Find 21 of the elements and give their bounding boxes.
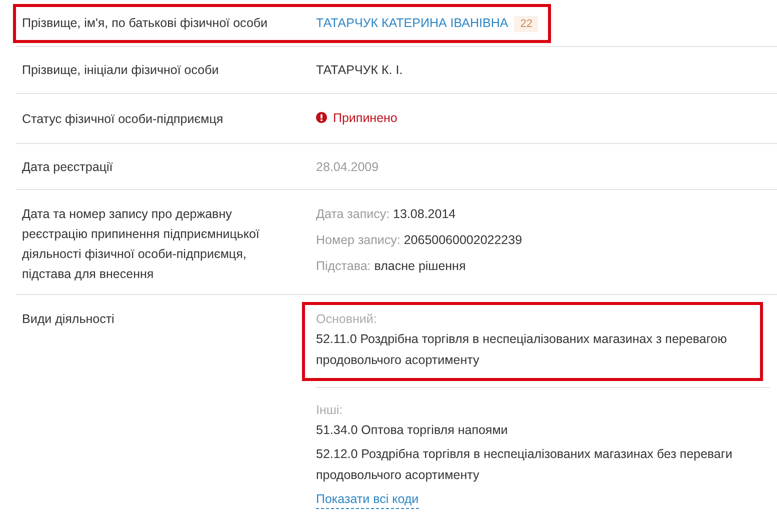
row-label: Дата та номер запису про державну реєстрацію припинення підприємницької діяльності фізичної особи-підприємця, підстава для внесення [22,206,260,283]
row-label: Прізвище, ім'я, по батькові фізичної особи [22,15,269,32]
row-label: Статус фізичної особи-підприємця [22,110,224,128]
activity-item: 51.34.0 Оптова торгівля напоями [316,422,509,439]
person-name-link[interactable]: ТАТАРЧУК КАТЕРИНА ІВАНІВНА [316,16,508,30]
row-value: 28.04.2009 [316,160,379,174]
row-label: Види діяльності [22,311,116,328]
group-caption: Основний: [316,311,378,328]
status-text: Припинено [333,110,398,127]
row-label: Прізвище, ініціали фізичної особи [22,62,220,79]
record-field: Підстава: власне рішення [316,256,777,276]
show-all-codes-link[interactable]: Показати всі коди [316,491,419,509]
record-field: Дата запису: 13.08.2014 [316,204,777,224]
activity-item: 52.11.0 Роздрібна торгівля в неспеціалізованих магазинах з перевагою продовольчого асортименту [316,331,728,369]
alert-icon [316,112,327,124]
record-field: Номер запису: 20650060002022239 [316,230,777,250]
count-badge: 22 [514,16,538,32]
row-label: Дата реєстрації [22,158,114,176]
activity-item: 52.12.0 Роздрібна торгівля в неспеціалізованих магазинах без переваги продовольчого асортименту [316,446,734,484]
row-value: ТАТАРЧУК К. І. [316,62,404,79]
group-caption: Інші: [316,402,344,419]
